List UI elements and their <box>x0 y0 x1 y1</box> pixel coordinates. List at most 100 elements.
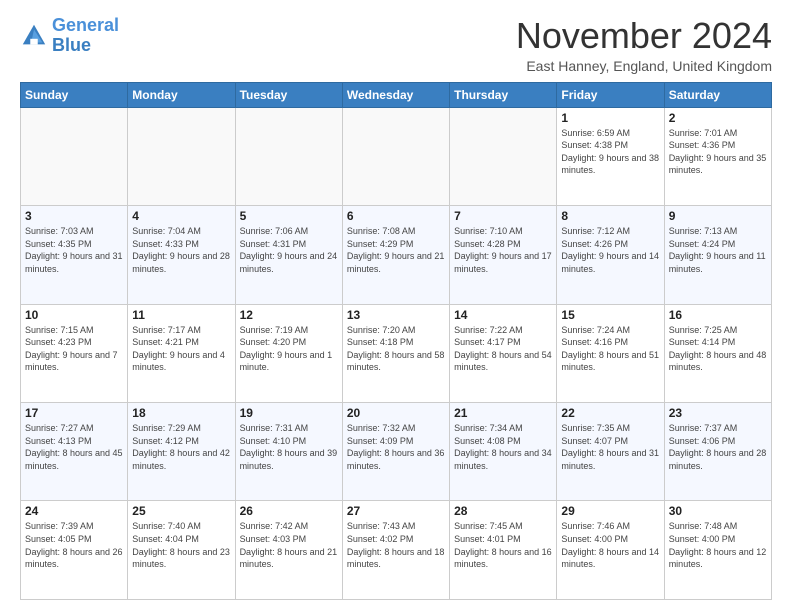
calendar-cell: 29 Sunrise: 7:46 AMSunset: 4:00 PMDaylig… <box>557 501 664 600</box>
day-info: Sunrise: 6:59 AMSunset: 4:38 PMDaylight:… <box>561 128 659 176</box>
calendar-week-row: 24 Sunrise: 7:39 AMSunset: 4:05 PMDaylig… <box>21 501 772 600</box>
col-wednesday: Wednesday <box>342 82 449 107</box>
day-number: 14 <box>454 308 552 322</box>
day-info: Sunrise: 7:25 AMSunset: 4:14 PMDaylight:… <box>669 325 767 373</box>
calendar-cell: 25 Sunrise: 7:40 AMSunset: 4:04 PMDaylig… <box>128 501 235 600</box>
calendar-cell: 3 Sunrise: 7:03 AMSunset: 4:35 PMDayligh… <box>21 206 128 304</box>
header: General Blue November 2024 East Hanney, … <box>20 16 772 74</box>
calendar-cell: 2 Sunrise: 7:01 AMSunset: 4:36 PMDayligh… <box>664 107 771 205</box>
calendar-cell: 9 Sunrise: 7:13 AMSunset: 4:24 PMDayligh… <box>664 206 771 304</box>
title-block: November 2024 East Hanney, England, Unit… <box>516 16 772 74</box>
calendar-cell: 19 Sunrise: 7:31 AMSunset: 4:10 PMDaylig… <box>235 403 342 501</box>
calendar-cell: 11 Sunrise: 7:17 AMSunset: 4:21 PMDaylig… <box>128 304 235 402</box>
page: General Blue November 2024 East Hanney, … <box>0 0 792 612</box>
calendar-cell: 27 Sunrise: 7:43 AMSunset: 4:02 PMDaylig… <box>342 501 449 600</box>
calendar-cell: 22 Sunrise: 7:35 AMSunset: 4:07 PMDaylig… <box>557 403 664 501</box>
calendar-cell: 30 Sunrise: 7:48 AMSunset: 4:00 PMDaylig… <box>664 501 771 600</box>
calendar-cell: 23 Sunrise: 7:37 AMSunset: 4:06 PMDaylig… <box>664 403 771 501</box>
calendar-cell: 1 Sunrise: 6:59 AMSunset: 4:38 PMDayligh… <box>557 107 664 205</box>
day-number: 19 <box>240 406 338 420</box>
col-tuesday: Tuesday <box>235 82 342 107</box>
calendar-cell: 8 Sunrise: 7:12 AMSunset: 4:26 PMDayligh… <box>557 206 664 304</box>
day-info: Sunrise: 7:40 AMSunset: 4:04 PMDaylight:… <box>132 521 230 569</box>
day-number: 3 <box>25 209 123 223</box>
day-info: Sunrise: 7:01 AMSunset: 4:36 PMDaylight:… <box>669 128 767 176</box>
day-info: Sunrise: 7:24 AMSunset: 4:16 PMDaylight:… <box>561 325 659 373</box>
day-info: Sunrise: 7:03 AMSunset: 4:35 PMDaylight:… <box>25 226 123 274</box>
calendar-week-row: 17 Sunrise: 7:27 AMSunset: 4:13 PMDaylig… <box>21 403 772 501</box>
calendar-cell: 4 Sunrise: 7:04 AMSunset: 4:33 PMDayligh… <box>128 206 235 304</box>
calendar-cell: 28 Sunrise: 7:45 AMSunset: 4:01 PMDaylig… <box>450 501 557 600</box>
day-number: 5 <box>240 209 338 223</box>
logo-text: General Blue <box>52 16 119 56</box>
calendar-cell: 18 Sunrise: 7:29 AMSunset: 4:12 PMDaylig… <box>128 403 235 501</box>
calendar-cell: 6 Sunrise: 7:08 AMSunset: 4:29 PMDayligh… <box>342 206 449 304</box>
day-number: 18 <box>132 406 230 420</box>
day-info: Sunrise: 7:31 AMSunset: 4:10 PMDaylight:… <box>240 423 338 471</box>
day-number: 27 <box>347 504 445 518</box>
day-number: 12 <box>240 308 338 322</box>
logo: General Blue <box>20 16 119 56</box>
day-info: Sunrise: 7:43 AMSunset: 4:02 PMDaylight:… <box>347 521 445 569</box>
calendar-cell: 16 Sunrise: 7:25 AMSunset: 4:14 PMDaylig… <box>664 304 771 402</box>
day-number: 4 <box>132 209 230 223</box>
col-monday: Monday <box>128 82 235 107</box>
calendar-cell: 26 Sunrise: 7:42 AMSunset: 4:03 PMDaylig… <box>235 501 342 600</box>
day-number: 15 <box>561 308 659 322</box>
calendar-cell <box>450 107 557 205</box>
day-info: Sunrise: 7:15 AMSunset: 4:23 PMDaylight:… <box>25 325 118 373</box>
day-info: Sunrise: 7:35 AMSunset: 4:07 PMDaylight:… <box>561 423 659 471</box>
day-info: Sunrise: 7:27 AMSunset: 4:13 PMDaylight:… <box>25 423 123 471</box>
day-number: 24 <box>25 504 123 518</box>
calendar-cell: 7 Sunrise: 7:10 AMSunset: 4:28 PMDayligh… <box>450 206 557 304</box>
calendar-header-row: Sunday Monday Tuesday Wednesday Thursday… <box>21 82 772 107</box>
day-info: Sunrise: 7:48 AMSunset: 4:00 PMDaylight:… <box>669 521 767 569</box>
col-friday: Friday <box>557 82 664 107</box>
day-number: 20 <box>347 406 445 420</box>
calendar-cell <box>235 107 342 205</box>
day-number: 7 <box>454 209 552 223</box>
day-number: 2 <box>669 111 767 125</box>
day-number: 21 <box>454 406 552 420</box>
day-number: 10 <box>25 308 123 322</box>
calendar-cell: 13 Sunrise: 7:20 AMSunset: 4:18 PMDaylig… <box>342 304 449 402</box>
calendar-cell: 21 Sunrise: 7:34 AMSunset: 4:08 PMDaylig… <box>450 403 557 501</box>
calendar-cell <box>128 107 235 205</box>
calendar-week-row: 1 Sunrise: 6:59 AMSunset: 4:38 PMDayligh… <box>21 107 772 205</box>
day-info: Sunrise: 7:45 AMSunset: 4:01 PMDaylight:… <box>454 521 552 569</box>
day-info: Sunrise: 7:13 AMSunset: 4:24 PMDaylight:… <box>669 226 766 274</box>
day-info: Sunrise: 7:20 AMSunset: 4:18 PMDaylight:… <box>347 325 445 373</box>
calendar-cell: 15 Sunrise: 7:24 AMSunset: 4:16 PMDaylig… <box>557 304 664 402</box>
day-number: 29 <box>561 504 659 518</box>
day-info: Sunrise: 7:32 AMSunset: 4:09 PMDaylight:… <box>347 423 445 471</box>
calendar-cell: 17 Sunrise: 7:27 AMSunset: 4:13 PMDaylig… <box>21 403 128 501</box>
day-info: Sunrise: 7:39 AMSunset: 4:05 PMDaylight:… <box>25 521 123 569</box>
day-info: Sunrise: 7:12 AMSunset: 4:26 PMDaylight:… <box>561 226 659 274</box>
day-info: Sunrise: 7:29 AMSunset: 4:12 PMDaylight:… <box>132 423 230 471</box>
day-number: 22 <box>561 406 659 420</box>
day-info: Sunrise: 7:19 AMSunset: 4:20 PMDaylight:… <box>240 325 333 373</box>
month-title: November 2024 <box>516 16 772 56</box>
day-number: 30 <box>669 504 767 518</box>
day-info: Sunrise: 7:06 AMSunset: 4:31 PMDaylight:… <box>240 226 338 274</box>
calendar-cell: 24 Sunrise: 7:39 AMSunset: 4:05 PMDaylig… <box>21 501 128 600</box>
day-info: Sunrise: 7:08 AMSunset: 4:29 PMDaylight:… <box>347 226 445 274</box>
day-number: 28 <box>454 504 552 518</box>
calendar-cell: 10 Sunrise: 7:15 AMSunset: 4:23 PMDaylig… <box>21 304 128 402</box>
day-number: 16 <box>669 308 767 322</box>
calendar-cell: 14 Sunrise: 7:22 AMSunset: 4:17 PMDaylig… <box>450 304 557 402</box>
col-sunday: Sunday <box>21 82 128 107</box>
calendar-cell <box>21 107 128 205</box>
calendar-cell: 20 Sunrise: 7:32 AMSunset: 4:09 PMDaylig… <box>342 403 449 501</box>
day-info: Sunrise: 7:46 AMSunset: 4:00 PMDaylight:… <box>561 521 659 569</box>
day-number: 13 <box>347 308 445 322</box>
logo-icon <box>20 22 48 50</box>
calendar-week-row: 3 Sunrise: 7:03 AMSunset: 4:35 PMDayligh… <box>21 206 772 304</box>
col-thursday: Thursday <box>450 82 557 107</box>
day-number: 1 <box>561 111 659 125</box>
day-info: Sunrise: 7:34 AMSunset: 4:08 PMDaylight:… <box>454 423 552 471</box>
calendar-cell: 5 Sunrise: 7:06 AMSunset: 4:31 PMDayligh… <box>235 206 342 304</box>
day-info: Sunrise: 7:04 AMSunset: 4:33 PMDaylight:… <box>132 226 230 274</box>
calendar-table: Sunday Monday Tuesday Wednesday Thursday… <box>20 82 772 600</box>
day-info: Sunrise: 7:22 AMSunset: 4:17 PMDaylight:… <box>454 325 552 373</box>
